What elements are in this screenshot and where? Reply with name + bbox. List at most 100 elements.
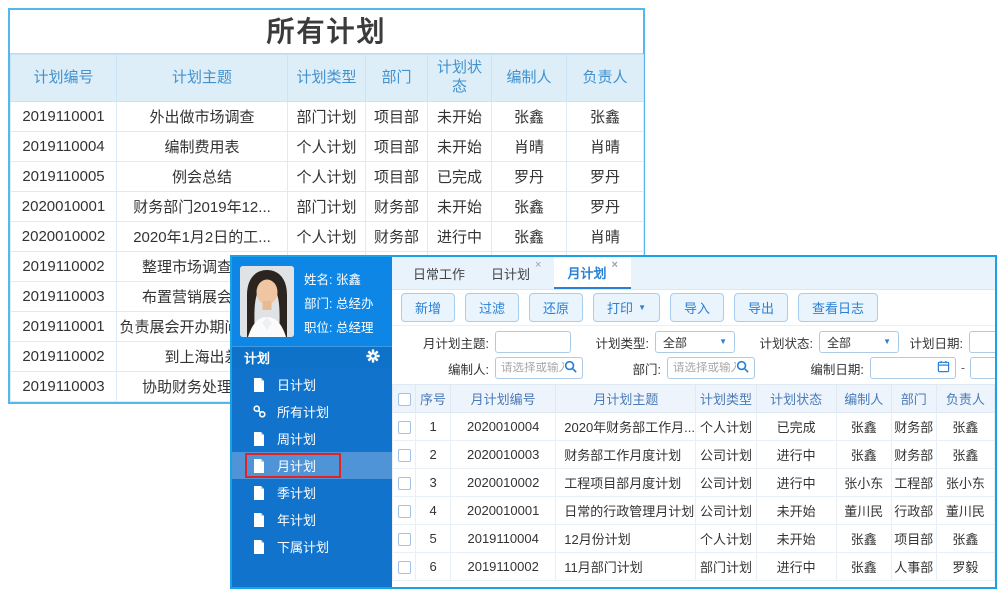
import-button[interactable]: 导入 xyxy=(669,293,724,322)
filter-button[interactable]: 过滤 xyxy=(465,293,520,322)
gear-icon[interactable] xyxy=(366,349,380,366)
add-button[interactable]: 新增 xyxy=(401,293,456,322)
calendar-icon[interactable] xyxy=(937,360,950,376)
column-header-creator: 编制人 xyxy=(835,384,892,413)
sidebar-item-subordinate-plan[interactable]: 下属计划 xyxy=(232,533,392,560)
month-plan-row[interactable]: 2 2020010003 财务部工作月度计划 公司计划 进行中 张鑫 财务部 张… xyxy=(392,440,995,469)
plan-creator-link[interactable]: 张鑫 xyxy=(835,552,892,581)
plan-row[interactable]: 2020010001 财务部门2019年12... 部门计划 财务部 未开始 张… xyxy=(10,191,644,222)
row-checkbox[interactable] xyxy=(397,449,411,463)
sidebar-item-quarter-plan[interactable]: 季计划 xyxy=(232,479,392,506)
month-plan-row[interactable]: 5 2019110004 12月份计划 个人计划 未开始 张鑫 项目部 张鑫 xyxy=(392,524,995,553)
plan-subject-link[interactable]: 日常的行政管理月计划 xyxy=(555,496,697,525)
profile-name: 姓名: 张鑫 xyxy=(304,273,361,287)
plan-row[interactable]: 2019110004 编制费用表 个人计划 项目部 未开始 肖晴 肖晴 xyxy=(10,131,644,162)
avatar xyxy=(240,266,294,337)
month-plan-row[interactable]: 4 2020010001 日常的行政管理月计划 公司计划 未开始 董川民 行政部… xyxy=(392,496,995,525)
month-plan-row[interactable]: 3 2020010002 工程项目部月度计划 公司计划 进行中 张小东 工程部 … xyxy=(392,468,995,497)
plan-subject-link[interactable]: 2020年财务部工作月... xyxy=(555,412,697,441)
plan-id-link[interactable]: 2019110002 xyxy=(450,552,557,581)
create-date-input[interactable] xyxy=(875,362,937,374)
plan-row[interactable]: 2019110005 例会总结 个人计划 项目部 已完成 罗丹 罗丹 xyxy=(10,161,644,192)
plan-row[interactable]: 2019110001 外出做市场调查 部门计划 项目部 未开始 张鑫 张鑫 xyxy=(10,101,644,132)
sidebar-item-year-plan[interactable]: 年计划 xyxy=(232,506,392,533)
create-date-end-input[interactable] xyxy=(970,357,995,379)
plan-creator-link[interactable]: 董川民 xyxy=(835,496,892,525)
plan-owner-link[interactable]: 张鑫 xyxy=(935,524,995,553)
close-icon[interactable]: × xyxy=(535,260,541,271)
plan-owner-link[interactable]: 张鑫 xyxy=(935,440,995,469)
row-checkbox[interactable] xyxy=(397,533,411,547)
plan-row[interactable]: 2020010002 2020年1月2日的工... 个人计划 财务部 进行中 张… xyxy=(10,221,644,252)
plan-dept-cell: 财务部 xyxy=(890,440,937,469)
dept-field xyxy=(667,357,755,379)
type-select[interactable]: 全部 ▼ xyxy=(655,331,735,353)
month-plan-table: 序号 月计划编号 月计划主题 计划类型 计划状态 编制人 部门 负责人 1 20… xyxy=(392,384,995,581)
plan-owner-link[interactable]: 董川民 xyxy=(935,496,995,525)
plan-subject-link[interactable]: 11月部门计划 xyxy=(555,552,697,581)
plan-status-cell: 未开始 xyxy=(427,131,492,162)
reset-button[interactable]: 还原 xyxy=(529,293,584,322)
plan-status-cell: 进行中 xyxy=(755,552,837,581)
plan-id-cell: 2020010002 xyxy=(10,221,117,252)
plan-id-cell: 2020010001 xyxy=(10,191,117,222)
column-header-dept: 部门 xyxy=(365,54,428,102)
month-plan-row[interactable]: 1 2020010004 2020年财务部工作月... 个人计划 已完成 张鑫 … xyxy=(392,412,995,441)
plan-subject-link[interactable]: 12月份计划 xyxy=(555,524,697,553)
plan-id-link[interactable]: 2019110004 xyxy=(450,524,557,553)
export-button[interactable]: 导出 xyxy=(734,293,789,322)
plan-status-cell: 未开始 xyxy=(755,496,837,525)
plan-owner-link[interactable]: 张鑫 xyxy=(935,412,995,441)
user-profile: 姓名: 张鑫 部门: 总经办 职位: 总经理 xyxy=(232,257,392,346)
plan-type-cell: 个人计划 xyxy=(695,524,757,553)
sidebar-item-all-plans[interactable]: 所有计划 xyxy=(232,398,392,425)
close-icon[interactable]: × xyxy=(611,260,617,271)
filter-row-1: 月计划主题: 计划类型: 全部 ▼ 计划状态: 全部 ▼ 计划日期: xyxy=(392,329,995,355)
file-icon xyxy=(253,431,266,446)
plan-owner-link[interactable]: 罗毅 xyxy=(935,552,995,581)
sidebar-item-week-plan[interactable]: 周计划 xyxy=(232,425,392,452)
tab-month-plan[interactable]: 月计划 × xyxy=(554,257,631,289)
plan-creator-cell: 张鑫 xyxy=(491,221,567,252)
row-checkbox[interactable] xyxy=(397,477,411,491)
creator-input[interactable] xyxy=(501,362,564,374)
plan-id-link[interactable]: 2020010004 xyxy=(450,412,557,441)
search-icon[interactable] xyxy=(564,360,577,376)
monthly-plan-window: 姓名: 张鑫 部门: 总经办 职位: 总经理 计划 日计划 所有计划 周计划 月… xyxy=(230,255,997,589)
tab-day-plan[interactable]: 日计划 × xyxy=(478,257,554,289)
plan-subject-link[interactable]: 财务部工作月度计划 xyxy=(555,440,697,469)
print-button[interactable]: 打印 ▼ xyxy=(593,293,660,322)
status-select[interactable]: 全部 ▼ xyxy=(819,331,899,353)
month-plan-row[interactable]: 6 2019110002 11月部门计划 部门计划 进行中 张鑫 人事部 罗毅 xyxy=(392,552,995,581)
row-checkbox[interactable] xyxy=(397,421,411,435)
select-all-checkbox[interactable] xyxy=(397,393,411,407)
plan-id-link[interactable]: 2020010003 xyxy=(450,440,557,469)
row-checkbox[interactable] xyxy=(397,505,411,519)
plan-subject-cell: 例会总结 xyxy=(116,161,288,192)
tab-daily-work[interactable]: 日常工作 xyxy=(400,257,478,289)
file-icon xyxy=(253,377,266,392)
plan-id-link[interactable]: 2020010002 xyxy=(450,468,557,497)
creator-field xyxy=(495,357,583,379)
plan-id-cell: 2019110002 xyxy=(10,341,117,372)
sidebar-item-label: 所有计划 xyxy=(277,405,330,420)
profile-department: 部门: 总经办 xyxy=(304,297,374,311)
sidebar-item-day-plan[interactable]: 日计划 xyxy=(232,371,392,398)
plan-date-input[interactable] xyxy=(969,331,995,353)
plan-creator-link[interactable]: 张鑫 xyxy=(835,524,892,553)
plan-creator-link[interactable]: 张鑫 xyxy=(835,412,892,441)
row-no-cell: 5 xyxy=(415,524,452,553)
subject-input[interactable] xyxy=(495,331,571,353)
plan-creator-cell: 罗丹 xyxy=(491,161,567,192)
plan-creator-link[interactable]: 张鑫 xyxy=(835,440,892,469)
plan-creator-link[interactable]: 张小东 xyxy=(835,468,892,497)
plan-owner-link[interactable]: 张小东 xyxy=(935,468,995,497)
column-header-type: 计划类型 xyxy=(287,54,366,102)
plan-subject-link[interactable]: 工程项目部月度计划 xyxy=(555,468,697,497)
dept-input[interactable] xyxy=(673,362,736,374)
plan-id-link[interactable]: 2020010001 xyxy=(450,496,557,525)
row-checkbox[interactable] xyxy=(397,561,411,575)
sidebar-item-month-plan[interactable]: 月计划 xyxy=(232,452,392,479)
view-log-button[interactable]: 查看日志 xyxy=(798,293,879,322)
search-icon[interactable] xyxy=(736,360,749,376)
